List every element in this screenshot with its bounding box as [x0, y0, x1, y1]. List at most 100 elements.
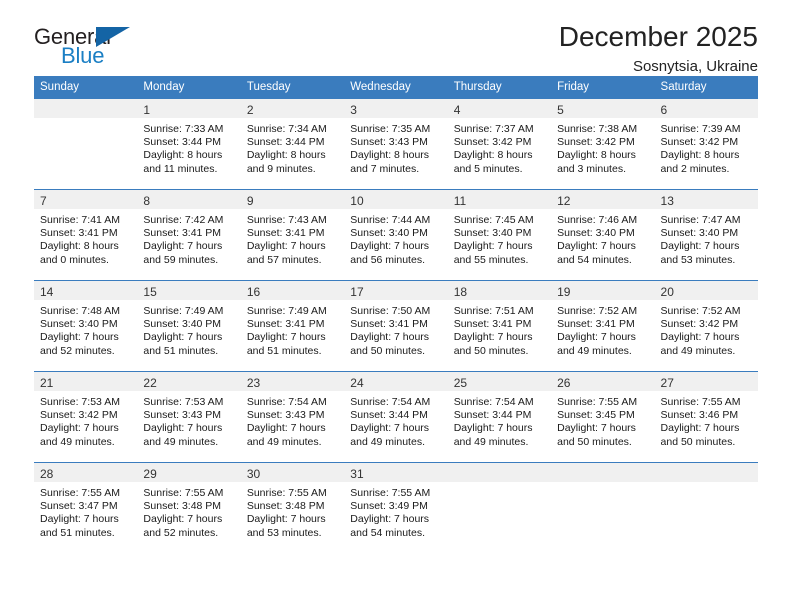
detail-sunrise: Sunrise: 7:53 AM — [40, 396, 120, 408]
calendar-day-cell[interactable]: 11 Sunrise: 7:45 AM Sunset: 3:40 PM Dayligh… — [447, 189, 552, 281]
day-cell-content: 4 Sunrise: 7:37 AM Sunset: 3:42 PM Daylight… — [447, 99, 552, 189]
detail-sunset: Sunset: 3:42 PM — [557, 136, 635, 149]
day-number: 10 — [344, 190, 448, 209]
day-details: Sunrise: 7:46 AM Sunset: 3:40 PM Daylight:… — [551, 209, 654, 267]
day-details: Sunrise: 7:52 AM Sunset: 3:42 PM Daylight:… — [655, 300, 758, 358]
day-cell-content: 13 Sunrise: 7:47 AM Sunset: 3:40 PM Dayligh… — [654, 190, 758, 280]
detail-sunset: Sunset: 3:40 PM — [453, 227, 532, 240]
detail-daylight-line1: Daylight: 7 hours — [453, 240, 533, 253]
calendar-day-cell[interactable]: 26 Sunrise: 7:55 AM Sunset: 3:45 PM Dayligh… — [551, 371, 655, 463]
detail-sunrise: Sunrise: 7:48 AM — [40, 305, 120, 317]
detail-sunset: Sunset: 3:41 PM — [246, 318, 325, 331]
detail-sunset: Sunset: 3:41 PM — [143, 227, 222, 240]
day-details: Sunrise: 7:51 AM Sunset: 3:41 PM Daylight:… — [448, 300, 551, 358]
day-cell-content: 30 Sunrise: 7:55 AM Sunset: 3:48 PM Dayligh… — [240, 463, 345, 553]
detail-sunrise: Sunrise: 7:38 AM — [557, 123, 638, 135]
calendar-day-cell[interactable]: 2 Sunrise: 7:34 AM Sunset: 3:44 PM Daylight… — [240, 98, 345, 190]
day-details: Sunrise: 7:54 AM Sunset: 3:44 PM Daylight:… — [448, 391, 551, 449]
calendar-day-cell[interactable]: 1 Sunrise: 7:33 AM Sunset: 3:44 PM Daylight… — [137, 98, 241, 190]
calendar-day-cell[interactable]: 25 Sunrise: 7:54 AM Sunset: 3:44 PM Dayligh… — [447, 371, 552, 463]
day-cell-content: 3 Sunrise: 7:35 AM Sunset: 3:43 PM Daylight… — [344, 99, 448, 189]
day-number: 14 — [34, 281, 138, 300]
calendar-day-cell[interactable]: 4 Sunrise: 7:37 AM Sunset: 3:42 PM Daylight… — [447, 98, 552, 190]
day-details: Sunrise: 7:49 AM Sunset: 3:41 PM Daylight:… — [241, 300, 344, 358]
detail-daylight-line1: Daylight: 7 hours — [453, 331, 533, 344]
detail-daylight-line1: Daylight: 7 hours — [40, 331, 119, 344]
calendar-day-cell[interactable]: 10 Sunrise: 7:44 AM Sunset: 3:40 PM Dayligh… — [344, 189, 448, 281]
calendar-day-cell[interactable]: 22 Sunrise: 7:53 AM Sunset: 3:43 PM Dayligh… — [137, 371, 241, 463]
calendar-day-cell[interactable]: 24 Sunrise: 7:54 AM Sunset: 3:44 PM Dayligh… — [344, 371, 448, 463]
calendar-day-cell[interactable]: 28 Sunrise: 7:55 AM Sunset: 3:47 PM Dayligh… — [34, 462, 138, 553]
day-cell-content: 20 Sunrise: 7:52 AM Sunset: 3:42 PM Dayligh… — [654, 281, 758, 371]
calendar-day-cell[interactable]: 20 Sunrise: 7:52 AM Sunset: 3:42 PM Dayligh… — [654, 280, 758, 372]
calendar-day-cell[interactable]: 29 Sunrise: 7:55 AM Sunset: 3:48 PM Dayligh… — [137, 462, 241, 553]
day-cell-content: 10 Sunrise: 7:44 AM Sunset: 3:40 PM Dayligh… — [344, 190, 448, 280]
day-number: 2 — [240, 99, 345, 118]
calendar-day-cell[interactable]: 31 Sunrise: 7:55 AM Sunset: 3:49 PM Dayligh… — [344, 462, 448, 553]
detail-sunrise: Sunrise: 7:55 AM — [660, 396, 741, 408]
day-details: Sunrise: 7:38 AM Sunset: 3:42 PM Daylight:… — [551, 118, 654, 176]
day-cell-content — [447, 463, 552, 553]
sunrise-sunset-calendar: Sunday Monday Tuesday Wednesday Thursday… — [34, 76, 758, 553]
day-cell-content: 15 Sunrise: 7:49 AM Sunset: 3:40 PM Dayligh… — [137, 281, 241, 371]
day-number — [34, 99, 138, 118]
calendar-day-cell[interactable]: 19 Sunrise: 7:52 AM Sunset: 3:41 PM Dayligh… — [551, 280, 655, 372]
day-cell-content — [34, 99, 138, 189]
detail-sunrise: Sunrise: 7:44 AM — [350, 214, 431, 226]
calendar-day-cell[interactable]: 9 Sunrise: 7:43 AM Sunset: 3:41 PM Daylight… — [240, 189, 345, 281]
detail-daylight-line1: Daylight: 7 hours — [143, 240, 223, 253]
day-cell-content: 14 Sunrise: 7:48 AM Sunset: 3:40 PM Dayligh… — [34, 281, 138, 371]
detail-daylight-line1: Daylight: 8 hours — [453, 149, 533, 162]
day-cell-content: 16 Sunrise: 7:49 AM Sunset: 3:41 PM Dayligh… — [240, 281, 345, 371]
calendar-day-cell[interactable]: 8 Sunrise: 7:42 AM Sunset: 3:41 PM Daylight… — [137, 189, 241, 281]
calendar-day-cell[interactable]: 13 Sunrise: 7:47 AM Sunset: 3:40 PM Dayligh… — [654, 189, 758, 281]
calendar-day-cell[interactable]: 15 Sunrise: 7:49 AM Sunset: 3:40 PM Dayligh… — [137, 280, 241, 372]
day-details — [448, 482, 551, 487]
detail-daylight-line1: Daylight: 7 hours — [40, 422, 119, 435]
detail-sunrise: Sunrise: 7:46 AM — [557, 214, 638, 226]
calendar-day-cell[interactable]: 23 Sunrise: 7:54 AM Sunset: 3:43 PM Dayligh… — [240, 371, 345, 463]
detail-daylight-line1: Daylight: 7 hours — [660, 240, 740, 253]
calendar-day-cell[interactable]: 21 Sunrise: 7:53 AM Sunset: 3:42 PM Dayligh… — [34, 371, 138, 463]
detail-sunrise: Sunrise: 7:42 AM — [143, 214, 224, 226]
detail-sunset: Sunset: 3:41 PM — [246, 227, 325, 240]
day-number — [447, 463, 552, 482]
calendar-week-row: 7 Sunrise: 7:41 AM Sunset: 3:41 PM Daylight… — [34, 189, 758, 281]
general-blue-logo[interactable]: General Blue — [34, 22, 154, 70]
detail-daylight-line2: and 49 minutes. — [40, 435, 115, 448]
detail-daylight-line2: and 11 minutes. — [143, 162, 218, 175]
calendar-day-cell[interactable]: 18 Sunrise: 7:51 AM Sunset: 3:41 PM Dayligh… — [447, 280, 552, 372]
calendar-day-cell[interactable]: 12 Sunrise: 7:46 AM Sunset: 3:40 PM Dayligh… — [551, 189, 655, 281]
calendar-day-cell-empty — [447, 462, 552, 553]
calendar-day-cell[interactable]: 17 Sunrise: 7:50 AM Sunset: 3:41 PM Dayligh… — [344, 280, 448, 372]
calendar-day-cell[interactable]: 6 Sunrise: 7:39 AM Sunset: 3:42 PM Daylight… — [654, 98, 758, 190]
detail-sunset: Sunset: 3:46 PM — [660, 409, 739, 422]
calendar-day-cell-empty — [34, 98, 138, 190]
day-details: Sunrise: 7:49 AM Sunset: 3:40 PM Daylight:… — [137, 300, 240, 358]
detail-daylight-line2: and 55 minutes. — [453, 253, 529, 266]
calendar-day-cell[interactable]: 16 Sunrise: 7:49 AM Sunset: 3:41 PM Dayligh… — [240, 280, 345, 372]
calendar-day-cell[interactable]: 7 Sunrise: 7:41 AM Sunset: 3:41 PM Daylight… — [34, 189, 138, 281]
calendar-day-cell[interactable]: 14 Sunrise: 7:48 AM Sunset: 3:40 PM Dayligh… — [34, 280, 138, 372]
detail-daylight-line2: and 9 minutes. — [246, 162, 316, 175]
detail-daylight-line1: Daylight: 8 hours — [660, 149, 740, 162]
day-cell-content: 5 Sunrise: 7:38 AM Sunset: 3:42 PM Daylight… — [551, 99, 655, 189]
day-cell-content: 28 Sunrise: 7:55 AM Sunset: 3:47 PM Dayligh… — [34, 463, 138, 553]
calendar-body: 1 Sunrise: 7:33 AM Sunset: 3:44 PM Daylight… — [34, 98, 758, 553]
day-number: 6 — [654, 99, 758, 118]
calendar-day-cell[interactable]: 27 Sunrise: 7:55 AM Sunset: 3:46 PM Dayligh… — [654, 371, 758, 463]
day-number: 18 — [447, 281, 552, 300]
detail-sunrise: Sunrise: 7:43 AM — [246, 214, 327, 226]
calendar-day-cell[interactable]: 30 Sunrise: 7:55 AM Sunset: 3:48 PM Dayligh… — [240, 462, 345, 553]
detail-daylight-line1: Daylight: 7 hours — [350, 513, 430, 526]
detail-daylight-line1: Daylight: 8 hours — [143, 149, 223, 162]
calendar-day-cell[interactable]: 5 Sunrise: 7:38 AM Sunset: 3:42 PM Daylight… — [551, 98, 655, 190]
day-cell-content: 18 Sunrise: 7:51 AM Sunset: 3:41 PM Dayligh… — [447, 281, 552, 371]
detail-daylight-line2: and 5 minutes. — [453, 162, 523, 175]
day-number: 31 — [344, 463, 448, 482]
detail-sunrise: Sunrise: 7:55 AM — [557, 396, 638, 408]
calendar-day-cell[interactable]: 3 Sunrise: 7:35 AM Sunset: 3:43 PM Daylight… — [344, 98, 448, 190]
day-cell-content: 25 Sunrise: 7:54 AM Sunset: 3:44 PM Dayligh… — [447, 372, 552, 462]
detail-sunset: Sunset: 3:42 PM — [660, 136, 739, 149]
detail-sunset: Sunset: 3:44 PM — [246, 136, 325, 149]
